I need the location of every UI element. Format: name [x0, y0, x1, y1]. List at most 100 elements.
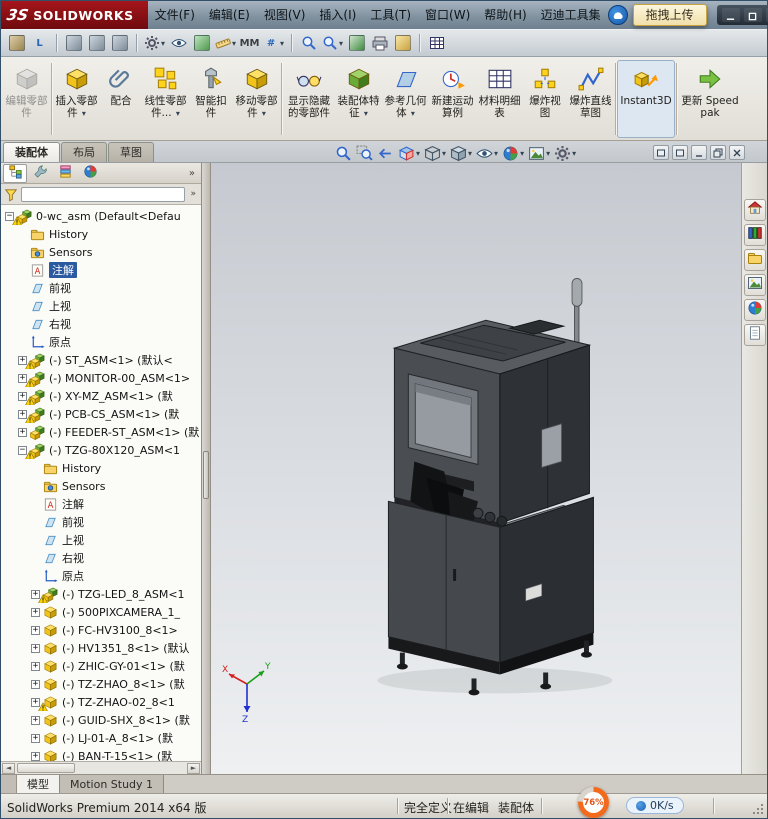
measure-button[interactable]: ▾ — [214, 32, 237, 54]
scroll-left-arrow[interactable]: ◄ — [2, 762, 15, 774]
tree-item[interactable]: + (-) HV1351_8<1> (默认 — [1, 639, 201, 657]
smart-fasteners-button[interactable]: 智能扣件 — [189, 60, 233, 138]
expand-toggle[interactable]: + — [18, 427, 27, 437]
file-explorer-button[interactable] — [743, 249, 766, 271]
upload-progress-badge[interactable]: 76% — [578, 787, 609, 818]
tree-item[interactable]: 右视 — [1, 549, 201, 567]
view-orientation-button[interactable]: ▾ — [423, 144, 447, 163]
tree-item[interactable]: + (-) FEEDER-ST_ASM<1> (默 — [1, 423, 201, 441]
apply-scene-button[interactable]: ▾ — [527, 144, 551, 163]
graphics-area[interactable]: X Y Z — [211, 163, 741, 774]
window-b-button[interactable] — [672, 145, 688, 160]
panel-splitter[interactable] — [202, 163, 211, 774]
evaluate-button[interactable]: # ▾ — [262, 32, 285, 54]
edit-appearance-button[interactable]: ▾ — [501, 144, 525, 163]
tree-item[interactable]: 右视 — [1, 315, 201, 333]
expand-toggle[interactable]: + — [31, 751, 40, 761]
tree-item[interactable]: + (-) TZG-LED_8_ASM<1 — [1, 585, 201, 603]
solidworks-resources-button[interactable] — [743, 199, 766, 221]
tree-item[interactable]: History — [1, 225, 201, 243]
minimize-button[interactable] — [721, 8, 740, 22]
tree-item[interactable]: + (-) GUID-SHX_8<1> (默 — [1, 711, 201, 729]
window-a-button[interactable] — [653, 145, 669, 160]
bottom-tab-0[interactable]: 模型 — [17, 775, 60, 793]
units-mm-button[interactable]: MM — [239, 32, 260, 54]
save-button[interactable] — [63, 32, 84, 54]
doc-restore-button[interactable] — [710, 145, 726, 160]
doc-close-button[interactable] — [729, 145, 745, 160]
new-motion-study-button[interactable]: 新建运动算例 — [429, 60, 476, 138]
design-library-button[interactable] — [743, 224, 766, 246]
expand-toggle[interactable]: + — [31, 715, 40, 725]
expand-toggle[interactable]: + — [31, 607, 40, 617]
tree-item[interactable]: History — [1, 459, 201, 477]
assembly-features-button[interactable]: 装配体特征 ▾ — [335, 60, 382, 138]
appearances-scenes-button[interactable] — [743, 299, 766, 321]
panel-tab-property-manager[interactable] — [28, 164, 52, 183]
move-component-button[interactable]: 移动零部件 ▾ — [233, 60, 280, 138]
tree-item[interactable]: + (-) TZ-ZHAO-02_8<1 — [1, 693, 201, 711]
tree-item[interactable]: + (-) ST_ASM<1> (默认< — [1, 351, 201, 369]
menu-item-2[interactable]: 视图(V) — [257, 1, 313, 29]
menu-item-5[interactable]: 窗口(W) — [418, 1, 477, 29]
filter-chevron-icon[interactable]: » — [188, 189, 198, 199]
tree-item[interactable]: + (-) 500PIXCAMERA_1_ — [1, 603, 201, 621]
zoom-to-area-button[interactable] — [355, 144, 374, 163]
maidi-cloud-icon[interactable] — [607, 5, 628, 25]
expand-toggle[interactable]: + — [31, 679, 40, 689]
menu-item-4[interactable]: 工具(T) — [363, 1, 418, 29]
explode-line-sketch-button[interactable]: 爆炸直线草图 — [567, 60, 614, 138]
doc-minimize-button[interactable] — [691, 145, 707, 160]
menu-item-1[interactable]: 编辑(E) — [202, 1, 257, 29]
tree-item[interactable]: + (-) XY-MZ_ASM<1> (默 — [1, 387, 201, 405]
menu-item-7[interactable]: 迈迪工具集 — [534, 1, 608, 29]
capture-button[interactable] — [392, 32, 413, 54]
expand-toggle[interactable]: + — [31, 661, 40, 671]
zoom-button[interactable] — [298, 32, 319, 54]
show-hidden-components-button[interactable]: 显示隐藏的零部件 — [283, 60, 335, 138]
tree-item[interactable]: 前视 — [1, 513, 201, 531]
select-button[interactable] — [191, 32, 212, 54]
options-button[interactable]: ▾ — [143, 32, 166, 54]
bottom-tab-1[interactable]: Motion Study 1 — [60, 775, 165, 793]
maximize-button[interactable] — [743, 8, 762, 22]
splitter-handle[interactable] — [203, 451, 209, 499]
panel-tab-display-manager[interactable] — [78, 164, 102, 183]
tree-item[interactable]: + (-) ZHIC-GY-01<1> (默 — [1, 657, 201, 675]
image-button[interactable] — [346, 32, 367, 54]
tree-item[interactable]: 前视 — [1, 279, 201, 297]
undo-button[interactable] — [109, 32, 130, 54]
exploded-view-button[interactable]: 爆炸视图 — [523, 60, 567, 138]
tree-item[interactable]: + (-) BAN-T-15<1> (默 — [1, 747, 201, 761]
scroll-thumb[interactable] — [17, 763, 75, 773]
search-button[interactable]: ▾ — [321, 32, 344, 54]
copy-button[interactable] — [86, 32, 107, 54]
expand-toggle[interactable]: + — [31, 643, 40, 653]
previous-view-button[interactable] — [376, 144, 395, 163]
menu-item-3[interactable]: 插入(I) — [312, 1, 363, 29]
tree-horizontal-scrollbar[interactable]: ◄ ► — [1, 761, 201, 774]
display-style-button[interactable]: ▾ — [449, 144, 473, 163]
command-tab-1[interactable]: 布局 — [61, 142, 107, 162]
resize-grip[interactable] — [753, 804, 765, 816]
expand-toggle[interactable]: + — [31, 625, 40, 635]
expand-toggle[interactable]: + — [31, 733, 40, 743]
reference-geometry-button[interactable]: 参考几何体 ▾ — [382, 60, 429, 138]
panel-tab-feature-manager[interactable] — [3, 163, 27, 183]
edit-component-button[interactable]: 编辑零部件 — [3, 60, 50, 138]
hide-show-items-button[interactable]: ▾ — [475, 144, 499, 163]
sketch-button[interactable]: L — [29, 32, 50, 54]
custom-properties-button[interactable] — [743, 324, 766, 346]
tree-filter-input[interactable] — [21, 186, 186, 202]
tool-wand-button[interactable] — [6, 32, 27, 54]
tree-item[interactable]: A 注解 — [1, 261, 201, 279]
tree-item[interactable]: + (-) FC-HV3100_8<1> — [1, 621, 201, 639]
command-tab-0[interactable]: 装配体 — [3, 142, 60, 162]
menu-item-0[interactable]: 文件(F) — [148, 1, 202, 29]
tree-item[interactable]: 原点 — [1, 567, 201, 585]
bill-of-materials-button[interactable]: 材料明细表 — [476, 60, 523, 138]
tree-item[interactable]: + (-) LJ-01-A_8<1> (默 — [1, 729, 201, 747]
tree-item[interactable]: 原点 — [1, 333, 201, 351]
panel-tab-configuration-manager[interactable] — [53, 164, 77, 183]
tree-item[interactable]: 上视 — [1, 297, 201, 315]
